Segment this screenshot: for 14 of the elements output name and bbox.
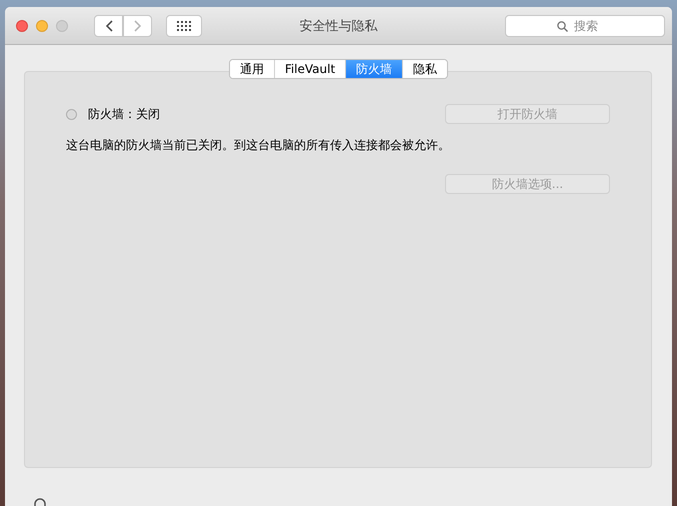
lock-icon[interactable] [33,498,47,506]
grid-icon [177,20,191,30]
tab[interactable]: 隐私 [402,60,448,78]
firewall-description: 这台电脑的防火墙当前已关闭。到这台电脑的所有传入连接都会被允许。 [66,137,451,154]
firewall-status: 防火墙：关闭 [88,106,160,122]
minimize-button[interactable] [36,20,48,32]
show-all-button[interactable] [166,14,202,36]
window-title: 安全性与隐私 [300,18,378,34]
search-icon [557,20,568,32]
chevron-right-icon [134,20,142,32]
search-field[interactable]: 搜索 [505,14,665,36]
chevron-left-icon [104,20,112,32]
close-button[interactable] [16,20,28,32]
back-button[interactable] [94,14,123,36]
